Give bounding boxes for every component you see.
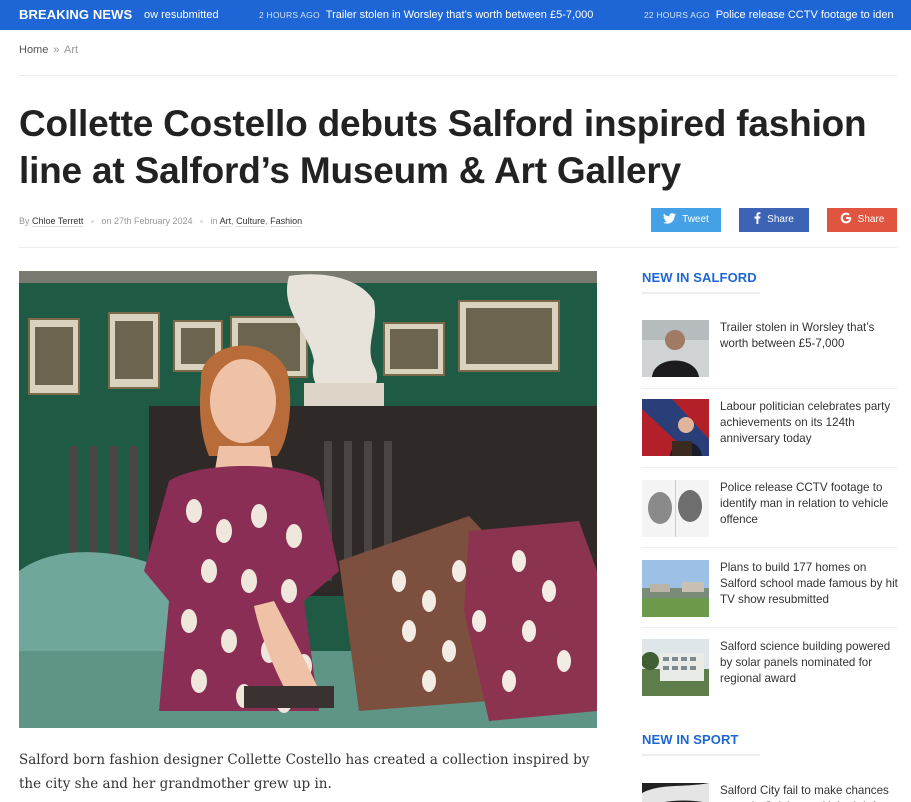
sidebar-heading-salford: NEW IN SALFORD <box>642 270 760 294</box>
divider <box>19 75 897 76</box>
facebook-share-label: Share <box>767 214 794 225</box>
news-item[interactable]: Police release CCTV footage to identify … <box>642 480 897 538</box>
news-item[interactable]: Salford City fail to make chances count … <box>642 783 897 802</box>
sidebar-heading-text: NEW IN SPORT <box>642 732 739 747</box>
news-item[interactable]: Salford science building powered by sola… <box>642 639 897 697</box>
twitter-share-button[interactable]: Tweet <box>651 208 721 232</box>
news-thumbnail[interactable] <box>642 639 709 696</box>
category-link-fashion[interactable]: Fashion <box>270 216 303 227</box>
ticker-headline[interactable]: ow resubmitted <box>144 9 219 21</box>
google-share-button[interactable]: Share <box>827 208 897 232</box>
ticker-time: 2 HOURS AGO <box>259 10 320 20</box>
news-headline[interactable]: Labour politician celebrates party achie… <box>720 399 898 446</box>
meta-dot <box>200 220 204 224</box>
news-thumbnail[interactable] <box>642 320 709 377</box>
breadcrumb-current[interactable]: Art <box>64 44 78 56</box>
by-label: By <box>19 216 30 226</box>
news-thumbnail[interactable] <box>642 783 709 802</box>
breadcrumb: Home » Art <box>19 44 78 56</box>
article-date: 27th February 2024 <box>113 216 193 226</box>
ticker-headline[interactable]: Trailer stolen in Worsley that’s worth b… <box>326 9 594 21</box>
news-thumbnail[interactable] <box>642 480 709 537</box>
twitter-icon <box>663 213 677 224</box>
news-item[interactable]: Labour politician celebrates party achie… <box>642 399 897 457</box>
divider <box>642 467 897 468</box>
article-meta: By Chloe Terrett on 27th February 2024 i… <box>19 216 303 227</box>
ticker-item[interactable]: ow resubmitted <box>144 0 219 30</box>
facebook-icon <box>754 212 761 225</box>
heading-underline <box>642 292 760 294</box>
author-link[interactable]: Chloe Terrett <box>32 216 84 227</box>
breaking-news-bar: BREAKING NEWS ow resubmitted 2 HOURS AGO… <box>0 0 911 30</box>
news-item[interactable]: Trailer stolen in Worsley that’s worth b… <box>642 320 897 378</box>
category-link-art[interactable]: Art <box>219 216 232 227</box>
heading-underline <box>642 754 760 756</box>
news-headline[interactable]: Salford science building powered by sola… <box>720 639 898 686</box>
google-icon <box>840 212 851 224</box>
facebook-share-button[interactable]: Share <box>739 208 809 232</box>
divider <box>19 247 897 248</box>
featured-image <box>19 271 597 728</box>
ticker-item[interactable]: 22 HOURS AGO Police release CCTV footage … <box>644 0 894 30</box>
news-thumbnail[interactable] <box>642 399 709 456</box>
breadcrumb-separator: » <box>53 44 60 56</box>
in-label: in <box>210 216 218 226</box>
divider <box>642 547 897 548</box>
date-prefix: on <box>101 216 112 226</box>
breadcrumb-home-link[interactable]: Home <box>19 44 48 56</box>
twitter-share-label: Tweet <box>682 214 709 225</box>
news-headline[interactable]: Plans to build 177 homes on Salford scho… <box>720 560 898 607</box>
ticker-time: 22 HOURS AGO <box>644 10 710 20</box>
category-link-culture[interactable]: Culture <box>236 216 266 227</box>
ticker-item[interactable]: 2 HOURS AGO Trailer stolen in Worsley tha… <box>259 0 593 30</box>
ticker-headline[interactable]: Police release CCTV footage to iden <box>716 9 894 21</box>
article-lead: Salford born fashion designer Collette C… <box>19 752 590 792</box>
sidebar-heading-text: NEW IN SALFORD <box>642 270 757 285</box>
google-share-label: Share <box>857 214 885 225</box>
news-headline[interactable]: Salford City fail to make chances count … <box>720 783 898 802</box>
divider <box>642 627 897 628</box>
news-headline[interactable]: Trailer stolen in Worsley that’s worth b… <box>720 320 898 352</box>
article-title: Collette Costello debuts Salford inspire… <box>19 103 867 191</box>
sidebar-heading-sport: NEW IN SPORT <box>642 732 760 756</box>
breaking-news-label: BREAKING NEWS <box>19 7 133 22</box>
news-item[interactable]: Plans to build 177 homes on Salford scho… <box>642 560 898 618</box>
news-headline[interactable]: Police release CCTV footage to identify … <box>720 480 898 527</box>
breaking-news-ticker: ow resubmitted 2 HOURS AGO Trailer stolen… <box>142 0 911 30</box>
meta-dot <box>90 220 94 224</box>
news-thumbnail[interactable] <box>642 560 709 617</box>
divider <box>642 388 897 389</box>
